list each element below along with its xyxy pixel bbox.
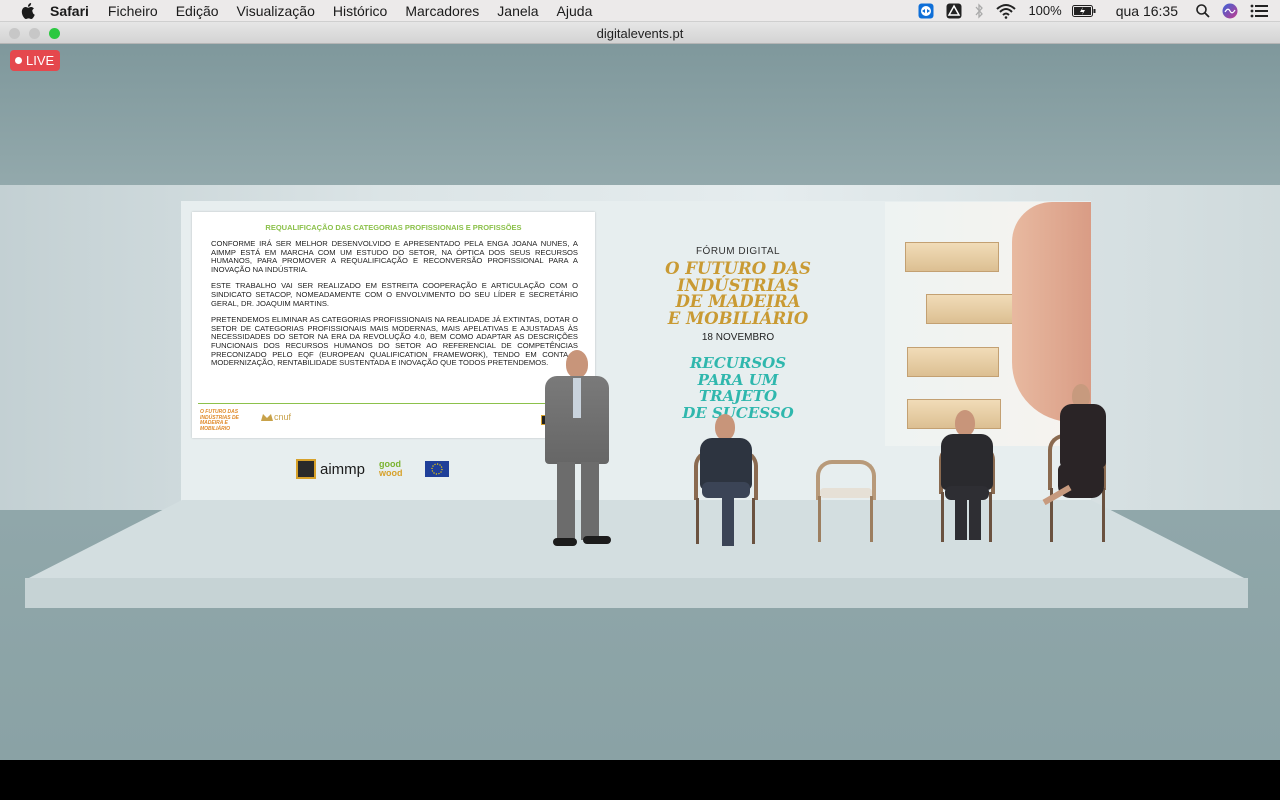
upper-wall — [0, 44, 1280, 186]
menu-clock[interactable]: qua 16:35 — [1116, 3, 1178, 19]
wood-block — [905, 242, 999, 272]
aimmp-text: aimmp — [320, 460, 366, 478]
spotlight-icon[interactable] — [1196, 3, 1210, 18]
goodwood-logo: good wood — [379, 460, 419, 478]
cnuf-text: cnuf — [274, 412, 292, 422]
slide-paragraph: ESTE TRABALHO VAI SER REALIZADO EM ESTRE… — [211, 281, 578, 308]
siri-icon[interactable] — [1222, 3, 1238, 19]
slide-body: CONFORME IRÁ SER MELHOR DESENVOLVIDO E A… — [211, 239, 578, 376]
menu-visualizacao[interactable]: Visualização — [237, 3, 315, 19]
forum-date: 18 NOVEMBRO — [701, 332, 775, 343]
wood-block — [926, 294, 1020, 324]
menu-ficheiro[interactable]: Ficheiro — [108, 3, 158, 19]
slide-paragraph: PRETENDEMOS ELIMINAR AS CATEGORIAS PROFI… — [211, 315, 578, 368]
panelist-seated — [935, 406, 999, 546]
cnuf-logo: cnuf — [260, 412, 291, 422]
stage-front-edge — [25, 578, 1248, 608]
menu-marcadores[interactable]: Marcadores — [405, 3, 479, 19]
menu-janela[interactable]: Janela — [497, 3, 538, 19]
forum-logo-small: O FUTURO DAS INDÚSTRIAS DE MADEIRA E MOB… — [200, 409, 239, 432]
menu-historico[interactable]: Histórico — [333, 3, 387, 19]
virtual-event-stage: REQUALIFICAÇÃO DAS CATEGORIAS PROFISSION… — [0, 44, 1280, 760]
menu-ajuda[interactable]: Ajuda — [557, 3, 593, 19]
forum-title-line: E MOBILIÁRIO — [667, 308, 809, 328]
panelist-seated — [688, 410, 764, 555]
wood-block — [907, 347, 999, 377]
eu-disclaimer — [453, 461, 515, 477]
tagline-line: RECURSOS — [689, 354, 787, 372]
goodwood-line: wood — [379, 468, 403, 478]
menu-app-name[interactable]: Safari — [50, 3, 89, 19]
battery-percent: 100% — [1028, 3, 1062, 18]
live-badge: LIVE — [10, 50, 61, 71]
apple-icon[interactable] — [20, 2, 36, 19]
tagline-line: PARA UM — [697, 370, 779, 389]
window-title: digitalevents.pt — [596, 26, 684, 41]
slide-title: REQUALIFICAÇÃO DAS CATEGORIAS PROFISSION… — [265, 223, 522, 232]
forum-poster: FÓRUM DIGITAL O FUTURO DAS INDÚSTRIAS DE… — [658, 246, 818, 421]
tagline-line: TRAJETO — [698, 387, 778, 405]
wifi-icon[interactable] — [996, 3, 1017, 19]
bluetooth-icon[interactable] — [974, 2, 984, 19]
speaker-standing — [537, 350, 619, 548]
moderator-seated — [1036, 380, 1110, 546]
control-center-icon[interactable] — [1250, 4, 1268, 18]
live-label: LIVE — [26, 53, 55, 68]
drive-icon[interactable] — [946, 3, 962, 19]
forum-title: O FUTURO DAS INDÚSTRIAS DE MADEIRA E MOB… — [658, 260, 818, 328]
macos-menu-bar: Safari Ficheiro Edição Visualização Hist… — [0, 0, 1280, 22]
eu-flag-icon — [425, 461, 450, 477]
window-title-bar: digitalevents.pt — [0, 22, 1280, 44]
teamviewer-icon[interactable] — [918, 3, 934, 19]
empty-chair — [814, 460, 878, 544]
aimmp-logo: aimmp — [296, 459, 365, 479]
aimmp-mark-icon — [296, 459, 316, 479]
sponsor-logos: aimmp good wood — [296, 459, 515, 479]
slide-paragraph: CONFORME IRÁ SER MELHOR DESENVOLVIDO E A… — [211, 239, 578, 274]
menu-edicao[interactable]: Edição — [176, 3, 219, 19]
battery-icon[interactable] — [1071, 4, 1096, 17]
live-dot-icon — [15, 57, 22, 64]
presentation-slide: REQUALIFICAÇÃO DAS CATEGORIAS PROFISSION… — [192, 212, 595, 438]
cnuf-crown-icon — [261, 414, 273, 421]
forum-label: FÓRUM DIGITAL — [695, 246, 781, 257]
slide-footer: O FUTURO DAS INDÚSTRIAS DE MADEIRA E MOB… — [198, 403, 589, 438]
